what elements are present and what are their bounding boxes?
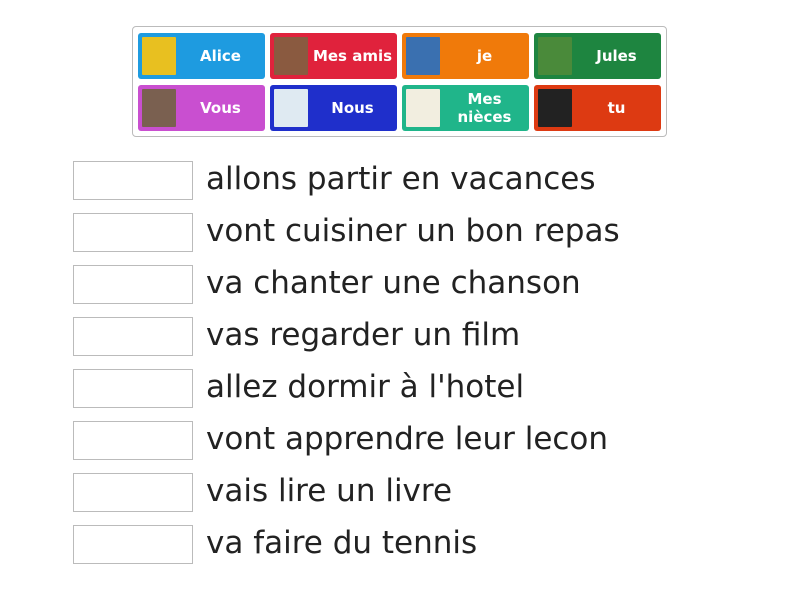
drop-slot[interactable] <box>73 473 193 512</box>
tile-je[interactable]: je <box>402 33 529 79</box>
tile-vous[interactable]: Vous <box>138 85 265 131</box>
sentence-text: vont cuisiner un bon repas <box>206 213 620 249</box>
tile-label: Jules <box>596 47 637 65</box>
sentence-text: vont apprendre leur lecon <box>206 421 609 457</box>
tile-label: Mes nièces <box>457 90 512 126</box>
sentence-text: va chanter une chanson <box>206 265 581 301</box>
word-bank: Alice Mes amis je Jules Vous Nous Mes nièces tu <box>132 26 667 137</box>
sentence-text: allons partir en vacances <box>206 161 596 197</box>
drop-slot[interactable] <box>73 317 193 356</box>
tile-nous[interactable]: Nous <box>270 85 397 131</box>
sentence-text: vas regarder un film <box>206 317 521 353</box>
open-book-image <box>406 89 440 127</box>
drop-slot[interactable] <box>73 369 193 408</box>
tv-channels-image <box>538 89 572 127</box>
tile-label: Mes amis <box>312 47 393 65</box>
friends-photo-image <box>274 37 308 75</box>
drop-slot[interactable] <box>73 213 193 252</box>
drop-slot[interactable] <box>73 525 193 564</box>
sentence-text: va faire du tennis <box>206 525 478 561</box>
drop-slot[interactable] <box>73 161 193 200</box>
sentence-text: vais lire un livre <box>206 473 453 509</box>
tile-label: je <box>476 47 493 65</box>
tile-jules[interactable]: Jules <box>534 33 661 79</box>
tennis-racket-image <box>538 37 572 75</box>
hotel-pool-image <box>142 89 176 127</box>
globe-suitcase-image <box>274 89 308 127</box>
tile-label: Alice <box>200 47 241 65</box>
tile-mes-amis[interactable]: Mes amis <box>270 33 397 79</box>
tile-label: Nous <box>331 99 374 117</box>
tile-tu[interactable]: tu <box>534 85 661 131</box>
sentence-text: allez dormir à l'hotel <box>206 369 525 405</box>
tile-label: tu <box>607 99 626 117</box>
woman-cartoon-image <box>142 37 176 75</box>
tile-alice[interactable]: Alice <box>138 33 265 79</box>
tile-label: Vous <box>200 99 241 117</box>
drop-slot[interactable] <box>73 265 193 304</box>
reading-newspaper-image <box>406 37 440 75</box>
drop-slot[interactable] <box>73 421 193 460</box>
tile-mes-nièces[interactable]: Mes nièces <box>402 85 529 131</box>
